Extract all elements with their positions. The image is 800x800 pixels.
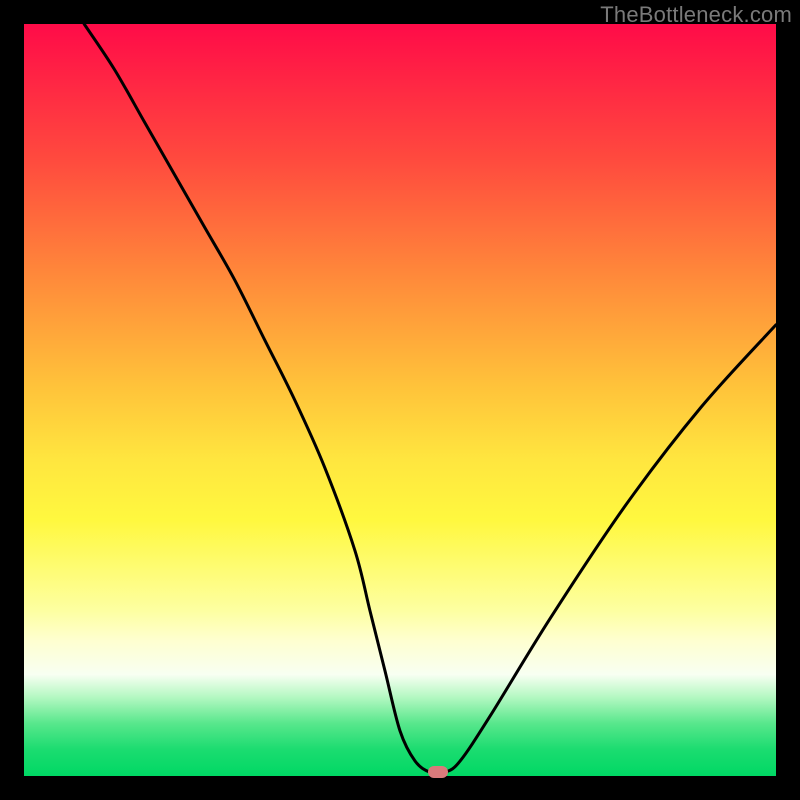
watermark-text: TheBottleneck.com	[600, 2, 792, 28]
chart-frame: TheBottleneck.com	[0, 0, 800, 800]
curve-path	[84, 24, 776, 774]
bottleneck-curve	[24, 24, 776, 776]
optimum-marker	[428, 766, 448, 778]
chart-plot-area	[24, 24, 776, 776]
